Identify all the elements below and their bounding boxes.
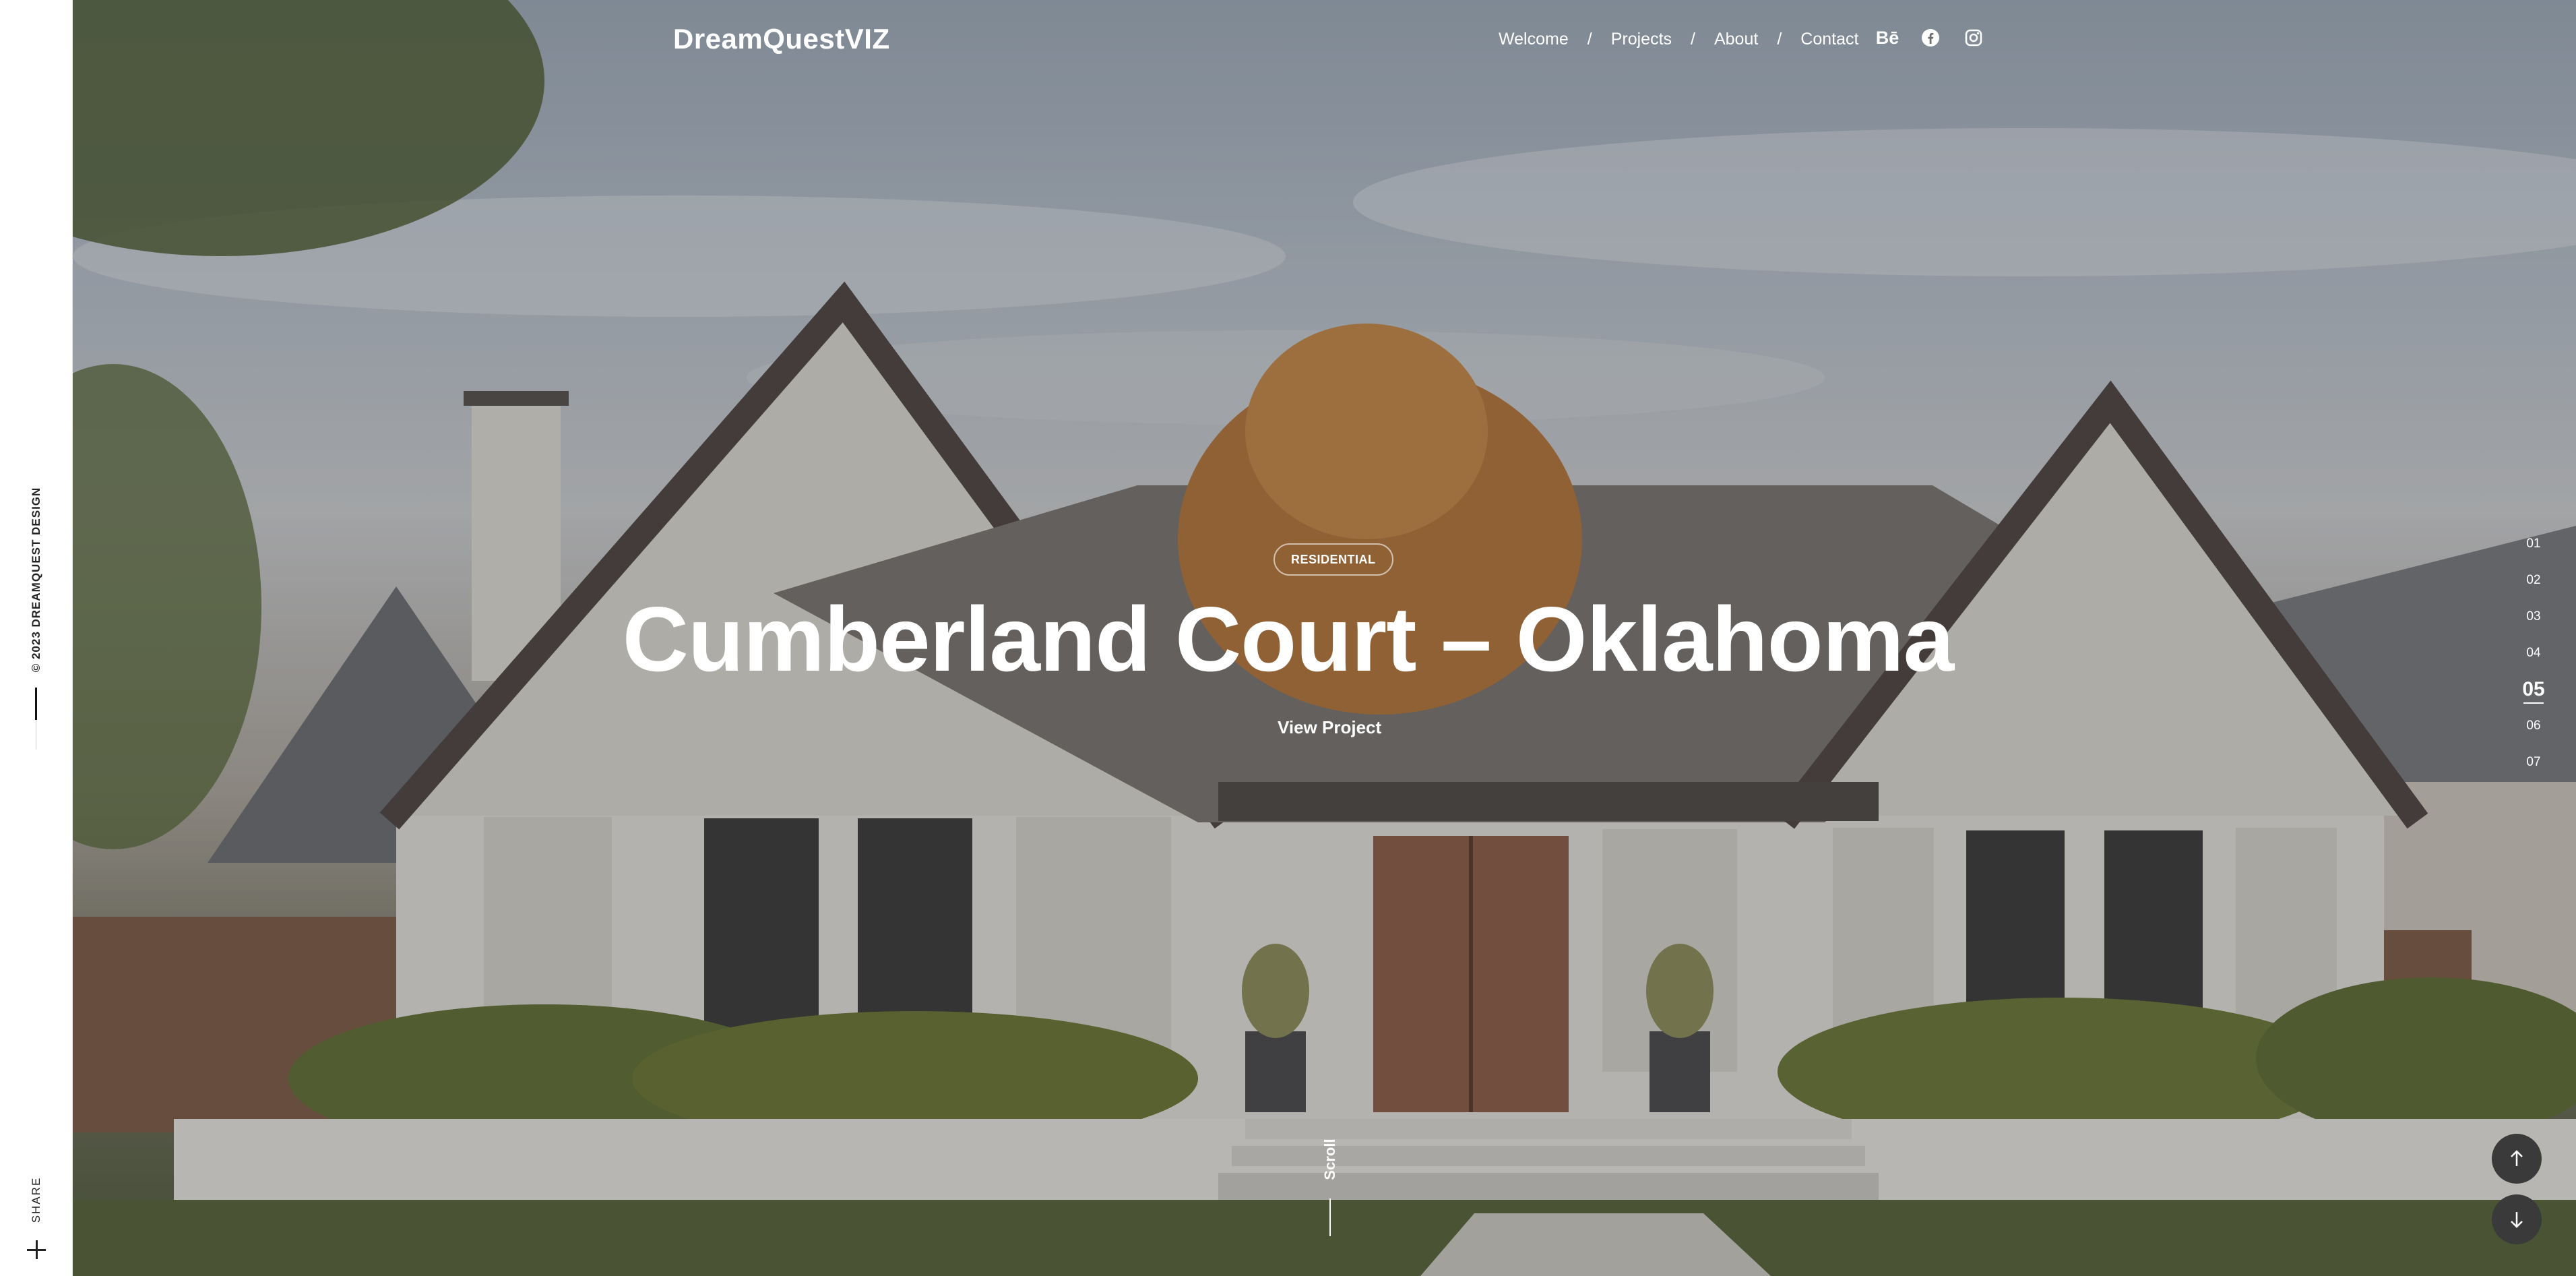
pager-item-06[interactable]: 06 <box>2517 708 2550 744</box>
behance-icon[interactable]: Bē <box>1876 27 1899 49</box>
nav-separator: / <box>1691 30 1695 49</box>
pager-item-01[interactable]: 01 <box>2517 526 2550 562</box>
nav-welcome[interactable]: Welcome <box>1499 30 1569 49</box>
scroll-hint[interactable]: Scroll <box>1321 1138 1339 1180</box>
pager-item-07[interactable]: 07 <box>2517 744 2550 781</box>
scroll-hint-line <box>1329 1198 1331 1236</box>
nav-separator: / <box>1777 30 1782 49</box>
project-title: Cumberland Court – Oklahoma <box>622 588 1955 690</box>
pager-item-03[interactable]: 03 <box>2517 599 2550 635</box>
nav-separator: / <box>1587 30 1592 49</box>
rail-progress-indicator <box>35 688 37 720</box>
pager-item-05[interactable]: 05 <box>2517 671 2550 708</box>
arrow-down-icon <box>2511 1212 2523 1228</box>
instagram-icon[interactable] <box>1963 27 1984 49</box>
brand-logo[interactable]: DreamQuestVIZ <box>673 23 890 55</box>
facebook-icon[interactable] <box>1920 27 1941 49</box>
nav-contact[interactable]: Contact <box>1800 30 1858 49</box>
scroll-up-button[interactable] <box>2492 1134 2542 1184</box>
pager-item-04[interactable]: 04 <box>2517 635 2550 671</box>
scroll-down-button[interactable] <box>2492 1194 2542 1244</box>
slide-pager: 01 02 03 04 05 06 07 <box>2517 526 2550 781</box>
share-label[interactable]: SHARE <box>30 1177 43 1223</box>
view-project-button[interactable]: View Project <box>1278 717 1381 738</box>
arrow-up-icon <box>2511 1150 2523 1166</box>
nav-projects[interactable]: Projects <box>1611 30 1672 49</box>
social-links: Bē <box>1876 27 1984 49</box>
nav-about[interactable]: About <box>1714 30 1758 49</box>
share-plus-icon[interactable] <box>20 1234 53 1266</box>
category-badge: RESIDENTIAL <box>1274 543 1393 576</box>
main-nav: Welcome / Projects / About / Contact <box>1499 30 1858 49</box>
pager-item-02[interactable]: 02 <box>2517 562 2550 599</box>
